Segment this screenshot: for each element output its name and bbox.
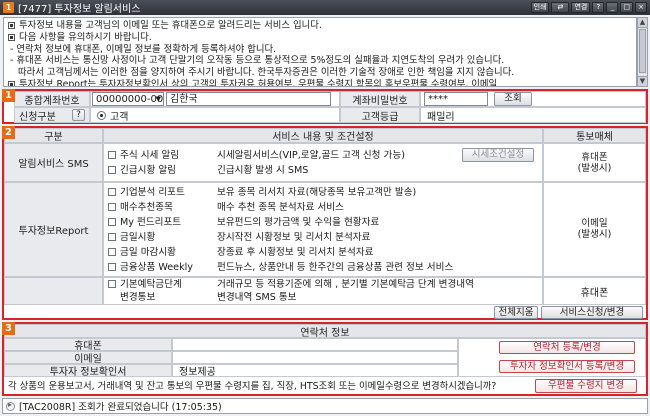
notice-line: - 휴대폰 서비스는 통신망 사정이나 고객 단말기의 오작동 등으로 통상적으…: [10, 55, 505, 67]
window-titlebar: 1 [7477] 투자정보 알림서비스 인쇄 ⇄ 연결 ? _ □ ×: [0, 0, 650, 15]
contact-value-investor: 정보제공: [172, 364, 458, 378]
contact-label-investor: 투자자 정보확인서: [4, 364, 172, 378]
bullet-icon: [8, 80, 15, 86]
help-icon[interactable]: ?: [592, 2, 605, 13]
connect-button[interactable]: 연결: [571, 2, 591, 13]
grade-label: 고객등급: [340, 107, 420, 123]
applicant-radio[interactable]: [97, 110, 106, 120]
maximize-button[interactable]: □: [620, 2, 633, 13]
report-item-desc: 펀드뉴스, 상품안내 등 한주간의 금융상품 관련 정보 서비스: [217, 262, 454, 273]
sms-item-urgent-alert[interactable]: 긴급시황 알림: [108, 165, 176, 177]
contact-section: 3 연락처 정보 휴대폰 이메일 투자자 정보확인서 정보제공 연락처 등록/변…: [2, 322, 648, 396]
sms-media: 휴대폰 (발생시): [577, 152, 612, 174]
report-item-weekly[interactable]: 금융상품 Weekly: [108, 262, 193, 274]
scroll-down-icon[interactable]: ▼: [638, 76, 647, 86]
minimize-button[interactable]: _: [606, 2, 619, 13]
contact-value-mobile: [172, 338, 458, 351]
contact-title: 연락처 정보: [4, 324, 646, 339]
service-apply-button[interactable]: 서비스신청/변경: [541, 306, 643, 319]
window-title: [7477] 투자정보 알림서비스: [18, 4, 141, 15]
account-number-input[interactable]: 00000000-00 ▼: [92, 92, 164, 106]
close-button[interactable]: ×: [635, 2, 647, 13]
notice-panel: 투자정보 내용을 고객님의 이메일 또는 휴대폰으로 알려드리는 서비스 입니다…: [3, 17, 637, 87]
lookup-button[interactable]: 조회: [494, 92, 532, 106]
notice-line: - 연락처 정보에 휴대폰, 이메일 정보를 정확하게 등록하셔야 합니다.: [10, 43, 277, 55]
sms-item-desc: 긴급시황 발생 시 SMS: [217, 165, 309, 176]
grade-item-name-line2: 변경통보: [120, 292, 156, 303]
applicant-option: 고객: [110, 111, 129, 123]
notice-line: 투자정보 Report는 투자자정보확인서 상의 고객의 투자권유 허용여부, …: [8, 79, 632, 86]
scroll-up-icon[interactable]: ▲: [638, 18, 647, 28]
services-section: 2 구분 서비스 내용 및 조건설정 통보매체 알림서비스 SMS 주식 시세 …: [2, 126, 648, 320]
checkbox[interactable]: [108, 218, 116, 226]
help-button[interactable]: ?: [72, 109, 85, 121]
checkbox[interactable]: [108, 151, 116, 159]
password-label: 계좌비밀번호: [340, 91, 420, 107]
report-item-desc: 보유펀드의 평가금액 및 수익을 현황자료: [217, 217, 380, 228]
sms-item-stock-alert[interactable]: 주식 시세 알림: [108, 150, 179, 162]
notice-scrollbar[interactable]: ▲ ▼: [637, 17, 648, 87]
applicant-label: 신청구분: [19, 111, 56, 123]
notice-line: 따라서 고객님께서는 이러한 점을 양지하여 주시기 바랍니다. 한국투자증권은…: [18, 67, 515, 79]
section-badge: 2: [2, 126, 15, 139]
checkbox[interactable]: [108, 280, 116, 288]
checkbox[interactable]: [108, 263, 116, 271]
notice-line: 투자정보 내용을 고객님의 이메일 또는 휴대폰으로 알려드리는 서비스 입니다…: [8, 20, 632, 32]
mail-address-change-button[interactable]: 우편물 수령지 변경: [535, 379, 637, 393]
report-item-closing-market[interactable]: 금일 마감시황: [108, 247, 176, 259]
report-media: 이메일 (발생시): [577, 218, 612, 240]
window-controls: 인쇄 ⇄ 연결 ? _ □ ×: [530, 2, 647, 13]
status-bar: [TAC2008R] 조회가 완료되었습니다 (17:05:35): [2, 398, 648, 414]
report-item-my-fund[interactable]: My 펀드리포트: [108, 217, 181, 229]
account-name-field: 김한국: [166, 92, 331, 106]
checkbox[interactable]: [108, 166, 116, 174]
account-label: 종합계좌번호: [14, 91, 90, 107]
price-condition-button[interactable]: 시세조건설정: [462, 148, 534, 162]
notice-line: 다음 사항을 유의하시기 바랍니다.: [8, 32, 632, 44]
section-badge: 3: [2, 322, 15, 335]
checkbox[interactable]: [108, 233, 116, 241]
grade-item-desc: 거래규모 등 적용기준에 의해 , 분기별 기본예탁금 단계 변경내역: [217, 279, 474, 290]
report-item-today-market[interactable]: 금일시황: [108, 232, 155, 244]
scroll-thumb[interactable]: [639, 29, 646, 73]
bullet-icon: [8, 22, 15, 29]
grade-item-deposit-change[interactable]: 기본예탁금단계: [108, 279, 182, 291]
status-message: [TAC2008R] 조회가 완료되었습니다 (17:05:35): [19, 402, 222, 413]
applicant-cell: 고객: [90, 107, 340, 123]
checkbox[interactable]: [108, 188, 116, 196]
report-item-desc: 장시작전 시황정보 및 리서치 분석자료: [217, 232, 371, 243]
account-section: 1 종합계좌번호 00000000-00 ▼ 김한국 계좌비밀번호 **** 조회…: [2, 89, 648, 124]
checkbox[interactable]: [108, 248, 116, 256]
report-item-buy-recommend[interactable]: 매수추천종목: [108, 202, 173, 214]
report-item-desc: 보유 종목 리서치 자료(해당종목 보유고객만 발송): [217, 187, 417, 198]
clear-all-button[interactable]: 전체지움: [494, 306, 538, 319]
grade-media-cell: 휴대폰: [543, 277, 646, 305]
sms-group-label: 알림서비스 SMS: [4, 143, 103, 182]
bullet-icon: [8, 33, 15, 41]
col-header-media: 통보매체: [543, 128, 646, 143]
col-header-content: 서비스 내용 및 조건설정: [103, 128, 543, 143]
col-header-category: 구분: [4, 128, 103, 143]
mail-change-question: 각 상품의 운용보고서, 거래내역 및 잔고 통보의 우편물 수령지를 집, 직…: [8, 381, 497, 392]
report-item-desc: 장종료 후 시황정보 및 리서치 분석자료: [217, 247, 374, 258]
report-item-desc: 매수 추천 종목 분석자료 서비스: [217, 202, 344, 213]
app-badge: 1: [3, 2, 14, 13]
sms-item-desc: 시세알림서비스(VIP,로얄,골드 고객 신청 가능): [217, 150, 405, 161]
contact-register-button[interactable]: 연락처 등록/변경: [499, 341, 635, 354]
message-icon[interactable]: [6, 400, 15, 411]
report-group-label: 투자정보Report: [4, 182, 103, 277]
section-badge: 1: [2, 89, 15, 102]
print-button[interactable]: 인쇄: [530, 2, 550, 13]
password-input[interactable]: ****: [424, 92, 488, 106]
investor-info-button[interactable]: 투자자 정보확인서 등록/변경: [499, 360, 635, 373]
report-item-company-analysis[interactable]: 기업분석 리포트: [108, 187, 185, 199]
link-button[interactable]: ⇄: [551, 2, 570, 13]
grade-item-desc-line2: 변경내역 SMS 통보: [217, 292, 297, 303]
checkbox[interactable]: [108, 203, 116, 211]
grade-value: 패밀리: [420, 107, 646, 123]
grade-group-label: [4, 277, 103, 305]
